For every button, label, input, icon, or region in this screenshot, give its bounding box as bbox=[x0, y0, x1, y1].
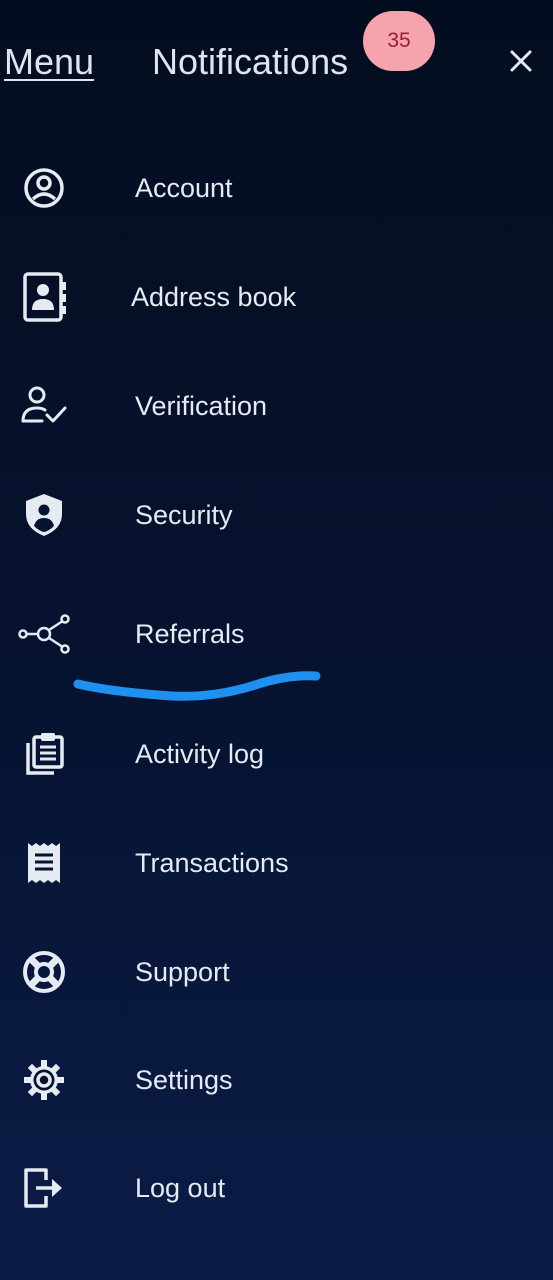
menu-item-label: Log out bbox=[135, 1173, 226, 1203]
menu-item-transactions[interactable]: Transactions bbox=[0, 823, 553, 903]
menu-item-security[interactable]: Security bbox=[0, 475, 553, 555]
menu-item-label: Security bbox=[135, 500, 233, 530]
menu-item-verification[interactable]: Verification bbox=[0, 366, 553, 446]
menu-item-label: Transactions bbox=[135, 848, 289, 878]
menu-item-referrals[interactable]: Referrals bbox=[0, 594, 553, 674]
menu-item-label: Support bbox=[135, 957, 230, 987]
receipt-icon bbox=[16, 839, 72, 887]
menu-item-label: Activity log bbox=[135, 739, 265, 769]
tab-notifications[interactable]: Notifications bbox=[152, 40, 348, 84]
user-check-icon bbox=[16, 382, 72, 430]
account-circle-icon bbox=[16, 164, 72, 212]
lifebuoy-icon bbox=[16, 948, 72, 996]
menu-header: Menu Notifications 35 bbox=[0, 0, 553, 120]
gear-icon bbox=[16, 1056, 72, 1104]
menu-item-label: Account bbox=[135, 173, 233, 203]
close-button[interactable] bbox=[500, 40, 542, 82]
menu-item-label: Address book bbox=[131, 282, 297, 312]
menu-item-activity-log[interactable]: Activity log bbox=[0, 714, 553, 794]
menu-item-label: Settings bbox=[135, 1065, 233, 1095]
clipboard-list-icon bbox=[16, 730, 72, 778]
address-book-icon bbox=[16, 272, 72, 322]
menu-item-account[interactable]: Account bbox=[0, 148, 553, 228]
menu-item-settings[interactable]: Settings bbox=[0, 1040, 553, 1120]
tab-menu[interactable]: Menu bbox=[4, 40, 94, 84]
menu-item-address-book[interactable]: Address book bbox=[0, 257, 553, 337]
close-icon bbox=[510, 50, 532, 72]
shield-user-icon bbox=[16, 491, 72, 539]
menu-item-label: Verification bbox=[135, 391, 268, 421]
network-icon bbox=[16, 610, 72, 658]
menu-item-label: Referrals bbox=[135, 619, 245, 649]
logout-icon bbox=[16, 1164, 72, 1212]
menu-item-log-out[interactable]: Log out bbox=[0, 1148, 553, 1228]
notifications-count-badge: 35 bbox=[363, 11, 435, 71]
menu-item-support[interactable]: Support bbox=[0, 932, 553, 1012]
